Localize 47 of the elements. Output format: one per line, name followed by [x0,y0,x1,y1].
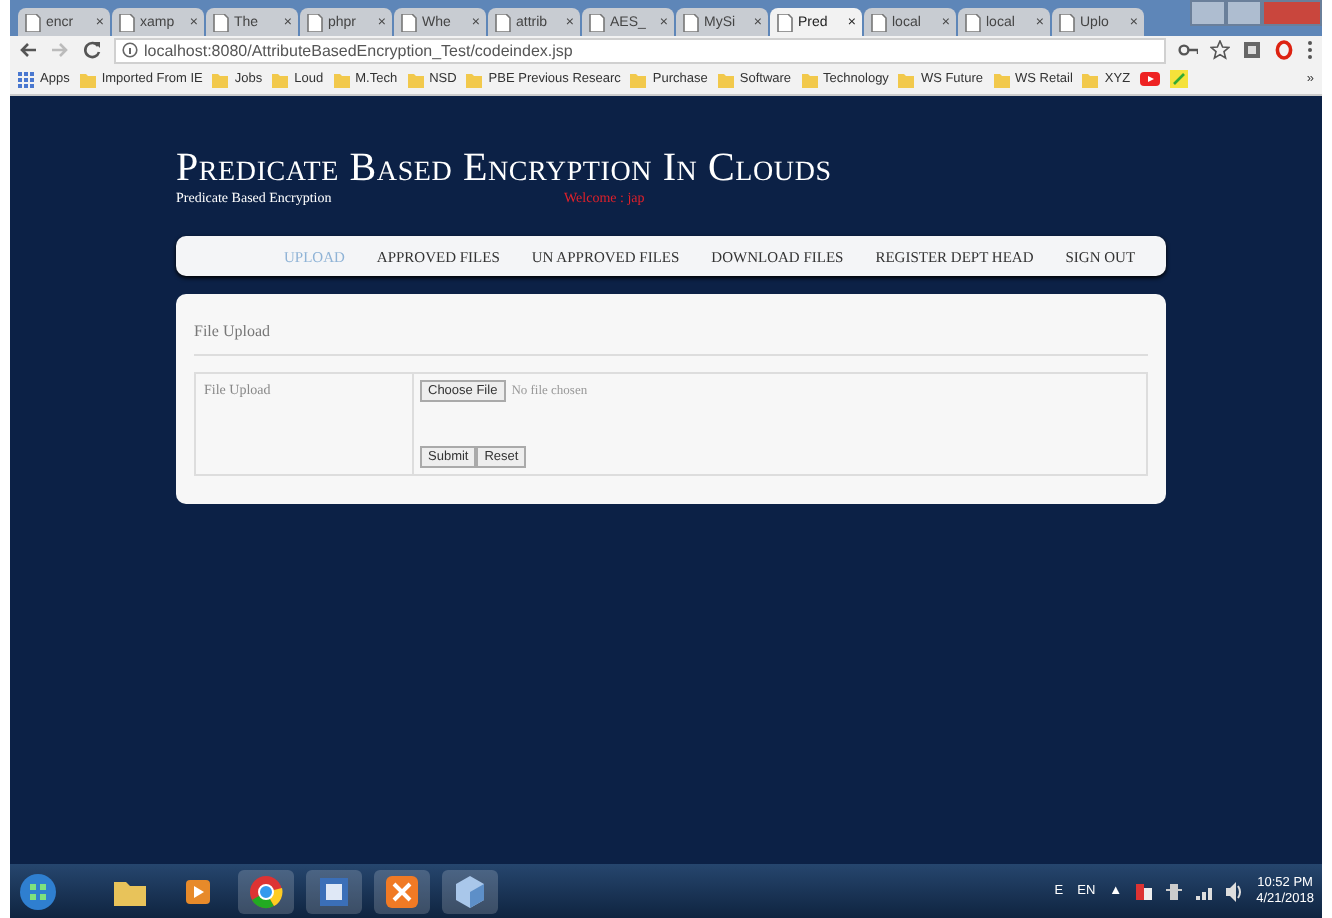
page-icon [588,13,606,31]
page-icon [306,13,324,31]
folder-icon [79,71,96,87]
back-icon[interactable] [18,40,38,60]
site-title: Predicate Based Encryption In Clouds [176,148,832,188]
page-icon [870,13,888,31]
folder-icon [333,71,350,87]
taskbar-button[interactable] [442,869,498,913]
taskbar-button[interactable] [238,869,294,913]
folder-icon [1082,71,1099,87]
page-icon [776,13,794,31]
note-icon[interactable] [1170,70,1189,88]
taskbar-button[interactable] [306,869,362,913]
info-icon [122,42,138,58]
start-icon[interactable] [18,871,58,911]
chrome-icon [248,873,284,909]
page-icon [682,13,700,31]
folder-icon [466,71,483,87]
star-icon[interactable] [1210,40,1230,60]
address-bar[interactable]: localhost:8080/AttributeBasedEncryption_Test/codeindex.jsp [114,37,1166,63]
folder-icon [407,71,424,87]
opera-icon[interactable] [1274,40,1294,60]
video-icon[interactable] [1140,70,1161,88]
page-icon [964,13,982,31]
flag-icon[interactable] [1136,881,1153,901]
page-icon [118,13,136,31]
menu-icon[interactable] [1306,40,1314,60]
key-icon[interactable] [1178,40,1198,60]
page-icon [212,13,230,31]
folder-icon [717,71,734,87]
page-icon [494,13,512,31]
reload-icon[interactable] [82,40,102,60]
page-icon [400,13,418,31]
speaker-icon[interactable] [1226,881,1243,901]
folder-icon [272,71,289,87]
card-heading: File Upload [194,322,1148,356]
page-icon [1058,13,1076,31]
cube-icon [452,873,488,909]
page-icon [24,13,42,31]
folder-icon [212,71,229,87]
taskbar-button[interactable] [374,869,430,913]
folder-icon [993,71,1009,87]
apps-icon [18,71,34,87]
folder-icon [801,71,818,87]
xampp-icon [384,873,420,909]
folder-icon [630,71,647,87]
folder-icon [898,71,915,87]
